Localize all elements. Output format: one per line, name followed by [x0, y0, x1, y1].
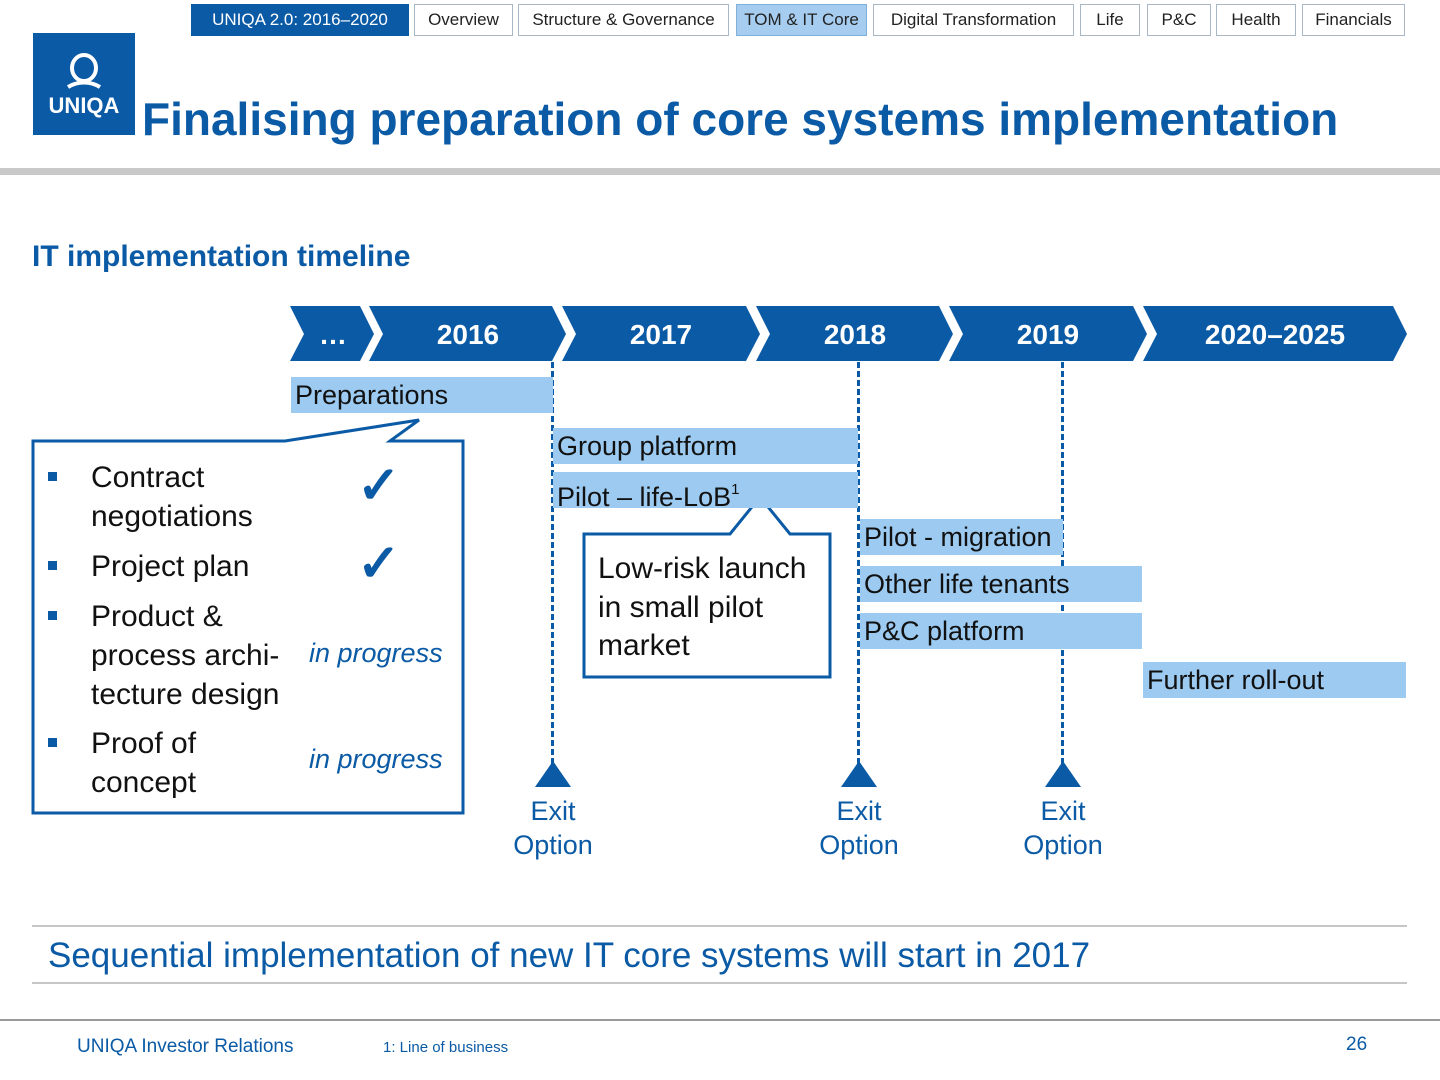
status-in-progress: in progress — [309, 744, 443, 774]
exit-option-1-line1: Exit — [530, 796, 576, 826]
period-label-2017: 2017 — [629, 319, 693, 350]
period-label-ellipsis: … — [319, 319, 347, 350]
exit-option-1-line2: Option — [513, 830, 593, 860]
timeline-graphics — [31, 306, 1407, 815]
bar-preparations: Preparations — [291, 377, 553, 413]
exit-triangle-icon — [1045, 761, 1081, 787]
period-label-2019: 2019 — [1016, 319, 1080, 350]
exit-option-3-line2: Option — [1023, 830, 1103, 860]
exit-line-2017 — [857, 362, 860, 764]
status-in-progress: in progress — [309, 638, 443, 668]
conclusion-top-rule — [32, 925, 1407, 927]
exit-line-2016 — [551, 362, 554, 764]
bullet-icon — [48, 472, 57, 481]
checkmark-icon: ✓ — [357, 535, 401, 593]
prep-item-contract: Contract negotiations — [91, 458, 253, 536]
conclusion-text: Sequential implementation of new IT core… — [48, 936, 1091, 975]
footer-divider — [0, 1019, 1440, 1021]
bar-pilot-migration: Pilot - migration — [860, 519, 1063, 555]
exit-option-3-line1: Exit — [1040, 796, 1086, 826]
bar-pc-platform: P&C platform — [860, 613, 1142, 649]
prep-item-project-plan-line1: Project plan — [91, 550, 250, 583]
exit-option-2-line1: Exit — [836, 796, 882, 826]
period-label-2018: 2018 — [823, 319, 887, 350]
callout-line3: market — [598, 629, 690, 662]
page-number: 26 — [1346, 1034, 1368, 1055]
prep-item-project-plan: Project plan — [91, 547, 249, 586]
prep-item-architecture-line2: process archi- — [91, 639, 280, 672]
pilot-callout-text: Low-risk launch in small pilot market — [598, 550, 806, 666]
prep-item-poc-line1: Proof of — [91, 727, 197, 760]
bar-pilot-life-lob-label: Pilot – life-LoB — [557, 482, 732, 512]
callout-line2: in small pilot — [598, 590, 764, 624]
conclusion-bottom-rule — [32, 982, 1407, 984]
checkmark-icon: ✓ — [357, 457, 401, 515]
prep-item-architecture-line3: tecture design — [91, 678, 280, 711]
prep-item-poc-line2: concept — [91, 766, 197, 799]
bullet-icon — [48, 561, 57, 570]
bullet-icon — [48, 611, 57, 620]
footnote-marker: 1 — [731, 481, 740, 498]
prep-item-architecture-line1: Product & — [91, 600, 223, 633]
footer-source: UNIQA Investor Relations — [77, 1036, 294, 1057]
exit-option-2-line2: Option — [819, 830, 899, 860]
exit-triangle-icon — [841, 761, 877, 787]
prep-item-contract-line1: Contract — [91, 461, 205, 494]
exit-option-2: Exit Option — [799, 794, 919, 862]
exit-option-1: Exit Option — [493, 794, 613, 862]
exit-line-2018 — [1061, 362, 1064, 764]
prep-item-architecture: Product & process archi- tecture design — [91, 597, 279, 714]
callout-line1: Low-risk launch — [598, 552, 807, 585]
prep-item-contract-line2: negotiations — [91, 500, 253, 533]
exit-triangle-icon — [535, 761, 571, 787]
prep-item-proof-of-concept: Proof of concept — [91, 724, 196, 802]
period-label-2020-2025: 2020–2025 — [1204, 319, 1346, 350]
bar-further-roll-out: Further roll-out — [1143, 662, 1406, 698]
bar-other-life-tenants: Other life tenants — [860, 566, 1142, 602]
period-label-2016: 2016 — [436, 319, 500, 350]
footnote: 1: Line of business — [383, 1039, 509, 1056]
exit-option-3: Exit Option — [1003, 794, 1123, 862]
bullet-icon — [48, 738, 57, 747]
bar-group-platform: Group platform — [553, 428, 858, 464]
bar-pilot-life-lob: Pilot – life-LoB1 — [553, 472, 858, 512]
